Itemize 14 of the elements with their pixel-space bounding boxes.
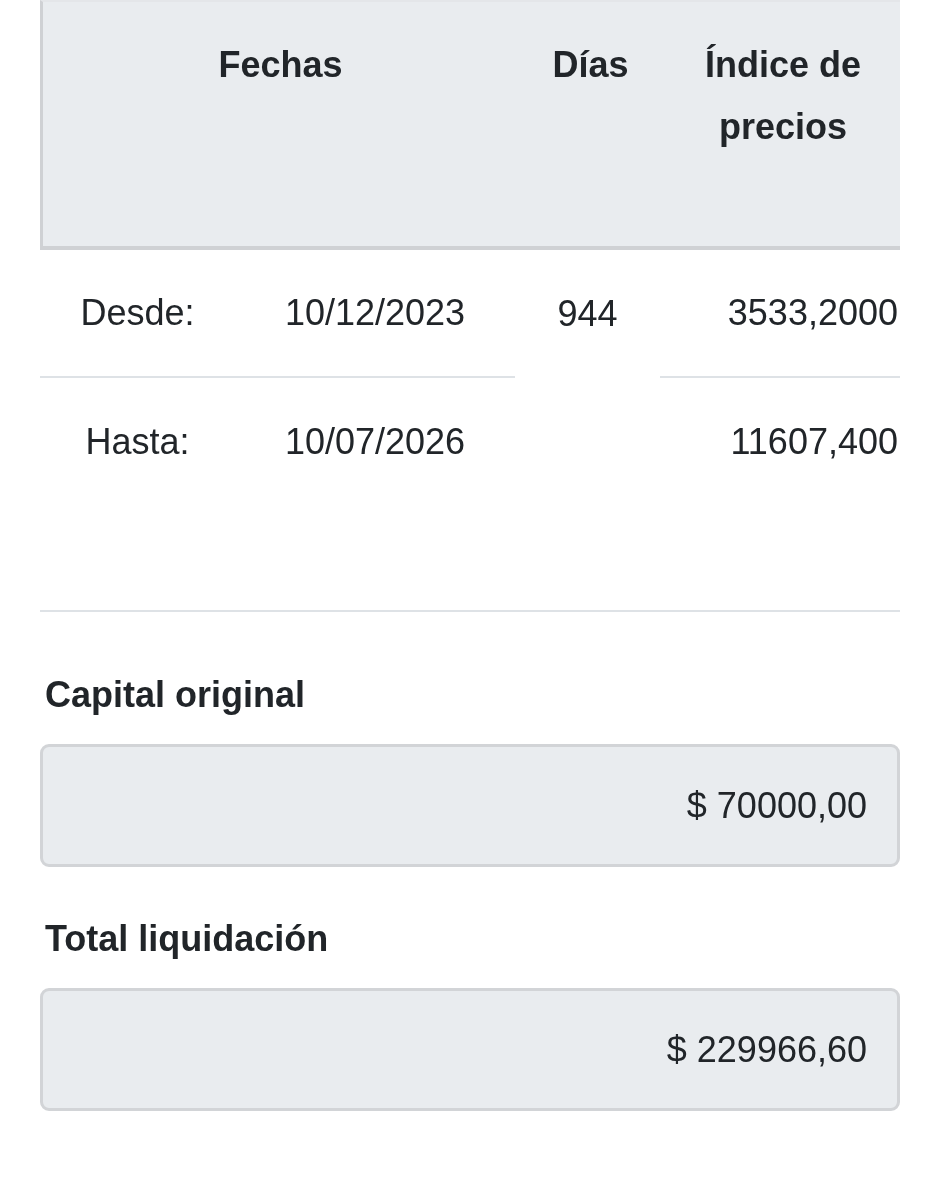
table-cell: 3533,2000	[727, 292, 898, 334]
row-label: Desde:	[80, 292, 195, 334]
table-cell: 944	[557, 293, 618, 335]
table-cell: 10/12/2023	[284, 292, 466, 334]
amount-field: $ 70000,00	[40, 744, 900, 867]
table-cell: 11607,400	[730, 421, 898, 463]
column-header: Días	[551, 43, 630, 87]
column-header: Fechas	[217, 43, 344, 87]
row-label: Hasta:	[85, 421, 190, 463]
column-header: Índice de precios	[703, 43, 862, 149]
table-cell: 10/07/2026	[284, 421, 466, 463]
field-label: Total liquidación	[44, 917, 330, 961]
field-label: Capital original	[44, 673, 307, 717]
amount-field: $ 229966,60	[40, 988, 900, 1111]
